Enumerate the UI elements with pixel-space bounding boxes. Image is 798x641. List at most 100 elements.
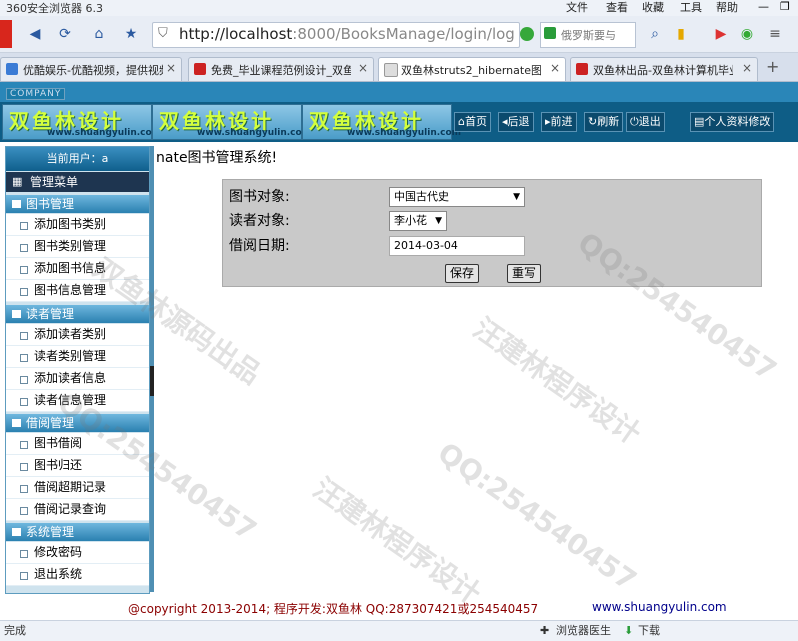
collapse-arrow-icon[interactable]	[150, 366, 154, 396]
search-box[interactable]: 俄罗斯要与	[540, 22, 636, 48]
tab-label: 免费_毕业课程范例设计_双鱼林	[211, 64, 351, 77]
sidebar-item-book-manage[interactable]: 图书信息管理	[6, 280, 149, 302]
bullet-icon	[20, 244, 28, 252]
profile-icon: ▤	[694, 115, 705, 128]
section-borrow-management[interactable]: 借阅管理	[6, 414, 149, 432]
nav-logout[interactable]: ⏻退出	[626, 112, 665, 132]
menu-help[interactable]: 帮助	[716, 0, 738, 15]
nav-profile[interactable]: ▤个人资料修改	[690, 112, 775, 132]
play-icon[interactable]: ▶	[710, 23, 732, 45]
menu-icon[interactable]: ≡	[764, 23, 786, 45]
sidebar-item-borrow-book[interactable]: 图书借阅	[6, 433, 149, 455]
bullet-icon	[20, 332, 28, 340]
reset-button[interactable]: 重写	[507, 264, 541, 283]
tab-bookmanage[interactable]: 双鱼林struts2_hibernate图书 ×	[378, 57, 566, 81]
menu-view[interactable]: 查看	[606, 0, 628, 15]
footer-site-link[interactable]: www.shuangyulin.com	[592, 600, 727, 614]
new-tab-button[interactable]: +	[766, 57, 779, 76]
footer: @copyright 2013-2014; 程序开发:双鱼林 QQ:287307…	[0, 598, 798, 618]
close-icon[interactable]: ×	[550, 61, 560, 75]
home-icon[interactable]: ⌂	[88, 23, 110, 45]
browser-titlebar: 360安全浏览器 6.3 文件 查看 收藏 工具 帮助 — ❐	[0, 0, 798, 16]
refresh-icon: ↻	[588, 115, 598, 128]
date-input[interactable]: 2014-03-04	[389, 236, 525, 256]
star-icon[interactable]: ★	[120, 23, 142, 45]
section-icon	[12, 200, 21, 208]
section-icon	[12, 310, 21, 318]
sidebar-item-change-password[interactable]: 修改密码	[6, 542, 149, 564]
download-icon: ⬇	[624, 624, 634, 637]
bullet-icon	[20, 354, 28, 362]
page-title: nate图书管理系统!	[156, 150, 278, 166]
sidebar-item-add-reader[interactable]: 添加读者信息	[6, 368, 149, 390]
tab-label: 优酷娱乐-优酷视频，提供视频	[23, 64, 163, 77]
close-icon[interactable]: ×	[166, 61, 176, 75]
sidebar-item-reader-category-manage[interactable]: 读者类别管理	[6, 346, 149, 368]
browser-navbar: ◀ ⟳ ⌂ ★ ⛉ http://localhost:8000/BooksMan…	[0, 16, 798, 53]
reload-icon[interactable]: ⟳	[54, 23, 76, 45]
search-icon[interactable]: ⌕	[644, 23, 666, 45]
banner-logo: 双鱼林设计 www.shuangyulin.com	[152, 104, 311, 140]
tab-favicon	[194, 63, 206, 75]
date-label: 借阅日期:	[229, 238, 290, 254]
close-icon[interactable]: ×	[358, 61, 368, 75]
bullet-icon	[20, 463, 28, 471]
logo-icon	[0, 20, 12, 48]
sidebar-item-add-reader-category[interactable]: 添加读者类别	[6, 324, 149, 346]
minimize-icon[interactable]: —	[758, 0, 769, 13]
home-icon: ⌂	[458, 115, 465, 128]
menu-favorites[interactable]: 收藏	[642, 0, 664, 15]
section-book-management[interactable]: 图书管理	[6, 195, 149, 213]
bell-icon[interactable]: ▮	[670, 23, 692, 45]
reader-select[interactable]: 李小花 ▼	[389, 211, 447, 231]
shield-icon: ⛉	[158, 26, 168, 41]
search-input[interactable]: 俄罗斯要与	[561, 27, 616, 43]
watermark: 汪建林程序设计	[307, 471, 487, 611]
address-bar[interactable]: ⛉ http://localhost:8000/BooksManage/logi…	[152, 22, 520, 48]
banner-logo: 双鱼林设计 www.shuangyulin.com	[2, 104, 161, 140]
nav-back[interactable]: ◂后退	[498, 112, 534, 132]
sidebar-item-reader-manage[interactable]: 读者信息管理	[6, 390, 149, 412]
tab-label: 双鱼林struts2_hibernate图书	[401, 64, 541, 77]
section-icon	[12, 419, 21, 427]
book-select-value: 中国古代史	[394, 190, 449, 203]
bullet-icon	[20, 376, 28, 384]
bullet-icon	[20, 288, 28, 296]
tab-free-course[interactable]: 免费_毕业课程范例设计_双鱼林 ×	[188, 57, 374, 81]
current-user: 当前用户：a	[6, 147, 149, 171]
sidebar-item-return-book[interactable]: 图书归还	[6, 455, 149, 477]
restore-icon[interactable]: ❐	[780, 0, 790, 13]
nav-forward[interactable]: ▸前进	[541, 112, 577, 132]
menu-tools[interactable]: 工具	[680, 0, 702, 15]
section-reader-management[interactable]: 读者管理	[6, 305, 149, 323]
back-icon[interactable]: ◀	[24, 23, 46, 45]
close-icon[interactable]: ×	[742, 61, 752, 75]
sidebar-item-overdue-records[interactable]: 借阅超期记录	[6, 477, 149, 499]
reader-label: 读者对象:	[229, 213, 290, 229]
sidebar-item-add-book-category[interactable]: 添加图书类别	[6, 214, 149, 236]
nav-home[interactable]: ⌂首页	[454, 112, 491, 132]
sidebar-item-book-category-manage[interactable]: 图书类别管理	[6, 236, 149, 258]
grid-icon: ▦	[12, 175, 23, 188]
tab-shuangyulin[interactable]: 双鱼林出品-双鱼林计算机毕业 ×	[570, 57, 758, 81]
section-system-management[interactable]: 系统管理	[6, 523, 149, 541]
watermark: QQ:254540457	[431, 435, 643, 598]
borrow-form: 图书对象: 中国古代史 ▼ 读者对象: 李小花 ▼ 借阅日期: 2014-03-…	[222, 179, 762, 287]
date-input-value: 2014-03-04	[394, 239, 458, 252]
sidebar-item-logout[interactable]: 退出系统	[6, 564, 149, 586]
sidebar-item-borrow-query[interactable]: 借阅记录查询	[6, 499, 149, 521]
sidebar: 当前用户：a ▦ 管理菜单 图书管理 添加图书类别 图书类别管理 添加图书信息 …	[5, 146, 150, 594]
browser-statusbar: 完成 ✚ 浏览器医生 ⬇ 下载	[0, 620, 798, 641]
sidebar-item-add-book[interactable]: 添加图书信息	[6, 258, 149, 280]
nav-refresh[interactable]: ↻刷新	[584, 112, 624, 132]
menu-file[interactable]: 文件	[566, 0, 588, 15]
save-button[interactable]: 保存	[445, 264, 479, 283]
security-icon[interactable]: ◉	[736, 23, 758, 45]
banner-logo: 双鱼林设计 www.shuangyulin.com	[302, 104, 461, 140]
ie-mode-icon[interactable]	[520, 27, 534, 41]
bullet-icon	[20, 398, 28, 406]
book-select[interactable]: 中国古代史 ▼	[389, 187, 525, 207]
download-button[interactable]: 下载	[638, 621, 660, 641]
browser-doctor-button[interactable]: 浏览器医生	[556, 621, 611, 641]
tab-youku[interactable]: 优酷娱乐-优酷视频，提供视频 ×	[0, 57, 182, 81]
